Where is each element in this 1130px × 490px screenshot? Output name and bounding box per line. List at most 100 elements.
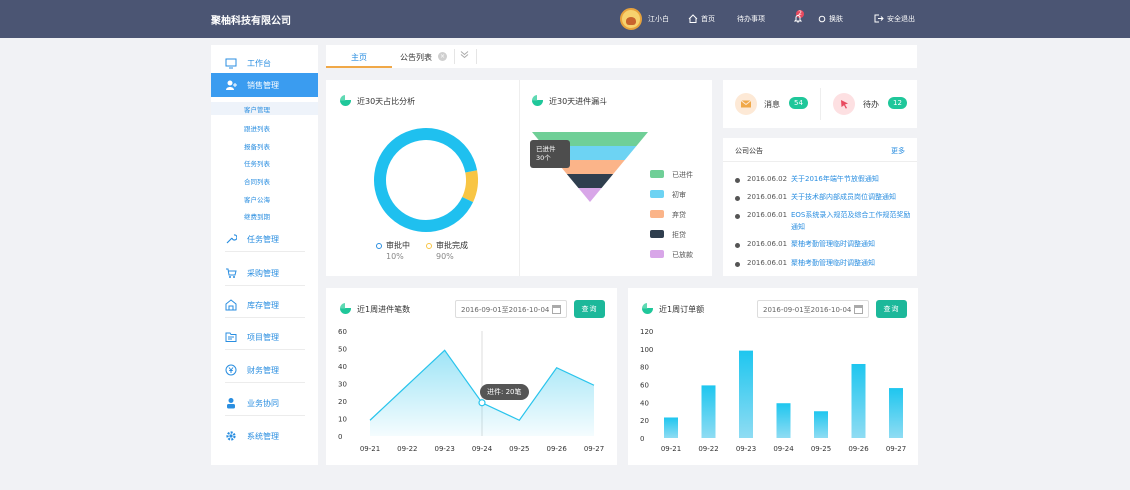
funnel-legend-item: 弃贷 [650,210,686,220]
sidebar-divider [225,382,305,383]
legend-label: 初审 [672,191,686,199]
money-icon [225,364,237,376]
home-icon [688,14,698,23]
line-chart-card: 近1周进件笔数 2016-09-01至2016-10-04 查询 0 10 20 30… [326,288,617,465]
pointer-icon [833,93,855,115]
notice-card: 公司公告 更多 2016.06.02 关于2016年端午节放假通知 2016.06… [723,138,917,276]
bar [701,385,716,438]
funnel-legend-item: 拒贷 [650,230,686,240]
line-tooltip: 进件: 20笔 [480,384,529,400]
sidebar-sub-followups[interactable]: 跟进列表 [244,123,270,133]
notice-more-link[interactable]: 更多 [891,146,905,156]
x-tick-label: 09-21 [360,445,380,453]
x-tick-label: 09-22 [698,445,718,453]
x-tick-label: 09-22 [397,445,417,453]
sidebar-sub-tasks[interactable]: 任务列表 [244,158,270,168]
x-tick-label: 09-25 [509,445,529,453]
bar-chart-card: 近1周订单额 2016-09-01至2016-10-04 查询 0 20 40 60 8… [628,288,918,465]
sidebar-divider [225,349,305,350]
pie-chart-icon [340,303,351,314]
sidebar-sub-customers[interactable]: 客户管理 [211,102,318,115]
person-icon [227,398,235,409]
x-tick-label: 09-24 [472,445,493,453]
bell-button[interactable] [793,14,805,23]
sidebar-item-system[interactable]: 系统管理 [211,424,318,448]
legend-label: 弃贷 [672,211,686,219]
sidebar-item-sales[interactable]: 销售管理 [211,73,318,97]
sidebar: 工作台 销售管理 客户管理 跟进列表 报备列表 任务列表 合同列表 客户公海 继… [211,45,318,465]
todo-label[interactable]: 待办 [863,99,879,110]
x-tick-label: 09-25 [811,445,831,453]
logout-icon [874,14,884,23]
notice-divider [723,161,917,162]
skin-link[interactable]: 换肤 [818,14,843,24]
sidebar-sub-reports[interactable]: 报备列表 [244,141,270,151]
skin-label: 换肤 [829,15,843,23]
close-icon[interactable]: × [438,52,447,61]
folder-icon [225,332,237,342]
bar [776,403,791,438]
sidebar-item-collab[interactable]: 业务协同 [211,391,318,415]
donut-chart [374,128,478,232]
sidebar-item-inventory[interactable]: 库存管理 [211,293,318,317]
message-card: 消息 54 待办 12 [723,80,917,128]
logout-link[interactable]: 安全退出 [874,14,915,24]
legend-swatch [650,170,664,178]
tab-notice-list[interactable]: 公告列表 [400,52,432,63]
sidebar-item-label: 销售管理 [247,81,279,90]
bar [889,388,903,438]
x-tick-label: 09-26 [848,445,869,453]
sidebar-item-label: 任务管理 [247,235,279,244]
notice-text[interactable]: EOS系统录入规范及综合工作规范奖励通知 [791,209,915,233]
query-button[interactable]: 查询 [876,300,907,318]
pie-chart-icon [340,95,351,106]
date-range-input[interactable]: 2016-09-01至2016-10-04 [757,300,869,318]
notice-text[interactable]: 聚柚考勤管理临时调整通知 [791,257,915,269]
sidebar-sub-contracts[interactable]: 合同列表 [244,176,270,186]
tab-divider [454,49,455,64]
y-tick-label: 120 [640,328,653,336]
notice-title: 公司公告 [735,147,763,155]
mail-icon [735,93,757,115]
notice-text[interactable]: 关于2016年端午节放假通知 [791,173,915,185]
legend-done: 审批完成 90% [426,240,468,261]
legend-value: 90% [436,252,454,261]
bullet [735,243,740,248]
notice-text[interactable]: 聚柚考勤管理临时调整通知 [791,238,915,250]
legend-swatch [650,210,664,218]
notice-date: 2016.06.01 [747,193,788,201]
company-name: 聚柚科技有限公司 [211,16,291,27]
x-tick-label: 09-27 [886,445,906,453]
warehouse-icon [225,299,237,311]
y-tick-label: 50 [338,346,347,354]
sidebar-item-workbench[interactable]: 工作台 [211,51,318,75]
gear-icon [226,431,236,441]
msg-label[interactable]: 消息 [764,99,780,110]
skin-icon [818,15,826,23]
user-avatar[interactable] [620,8,642,30]
y-tick-label: 100 [640,346,653,354]
sidebar-sub-public-pool[interactable]: 客户公海 [244,194,270,204]
x-tick-label: 09-26 [546,445,567,453]
users-icon [226,80,237,90]
donut-slice-2 [374,128,478,232]
legend-value: 10% [386,252,404,261]
chevron-down-icon[interactable] [460,50,469,62]
user-name[interactable]: 江小白 [648,14,669,24]
tab-home[interactable]: 主页 [326,45,392,68]
legend-label: 已放款 [672,251,693,259]
pie-chart-icon [532,95,543,106]
notice-text[interactable]: 关于技术部内部成员岗位调整通知 [791,191,915,203]
sidebar-item-projects[interactable]: 项目管理 [211,325,318,349]
y-tick-label: 20 [338,398,347,406]
sidebar-item-tasks[interactable]: 任务管理 [211,227,318,251]
query-button[interactable]: 查询 [574,300,605,318]
sidebar-item-finance[interactable]: 财务管理 [211,358,318,382]
line-chart: 0 10 20 30 40 50 60 09-21 09-22 09-23 09-24 09-25 09… [338,328,604,453]
home-link[interactable]: 首页 [688,14,715,24]
sidebar-sub-renewals[interactable]: 继费到期 [244,211,270,221]
todo-link[interactable]: 待办事项 [737,14,765,24]
sidebar-item-purchase[interactable]: 采购管理 [211,261,318,285]
date-range-input[interactable]: 2016-09-01至2016-10-04 [455,300,567,318]
sidebar-item-label: 财务管理 [247,366,279,375]
